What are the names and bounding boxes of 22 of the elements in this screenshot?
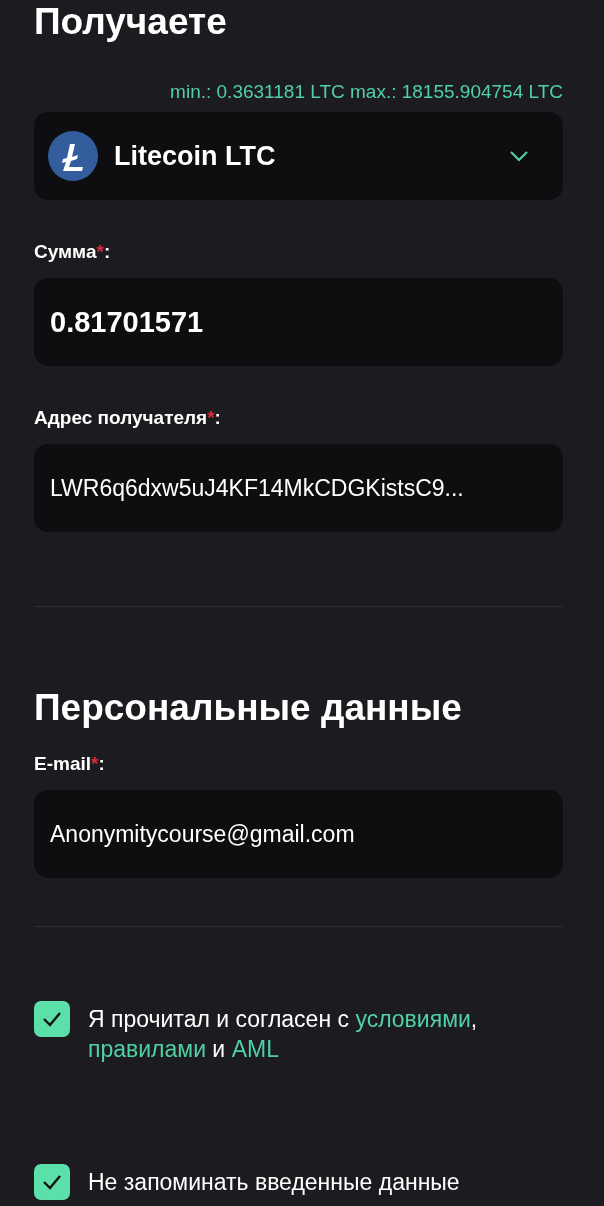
chevron-icon [509,150,529,162]
checkbox-label: Не запоминать введенные данные [88,1168,460,1197]
input-field[interactable]: 0.81701571 [34,278,563,366]
field-label: Сумма*: [34,240,111,264]
check-icon [42,1011,62,1027]
link[interactable]: условиями [355,1006,471,1032]
checkbox-label: Я прочитал и согласен с условиями, правилами и AML [88,1005,479,1064]
currency-name: Litecoin LTC [114,140,276,172]
checkbox[interactable] [34,1001,70,1037]
input-field[interactable]: LWR6q6dxw5uJ4KF14MkCDGKistsC9... [34,444,563,532]
section-title: Персональные данные [34,686,463,730]
check-icon [42,1174,62,1190]
input-field[interactable]: Anonymitycourse@gmail.com [34,790,563,878]
field-label: E-mail*: [34,752,105,776]
field-label: Адрес получателя*: [34,406,221,430]
checkbox[interactable] [34,1164,70,1200]
link[interactable]: правилами [88,1036,206,1062]
link[interactable]: AML [231,1036,279,1062]
litecoin-icon [48,131,98,181]
limits-text: min.: 0.3631181 LTC max.: 18155.904754 LTC [170,80,563,104]
currency-select[interactable]: Litecoin LTC [34,112,563,200]
section-title: Получаете [34,0,227,44]
